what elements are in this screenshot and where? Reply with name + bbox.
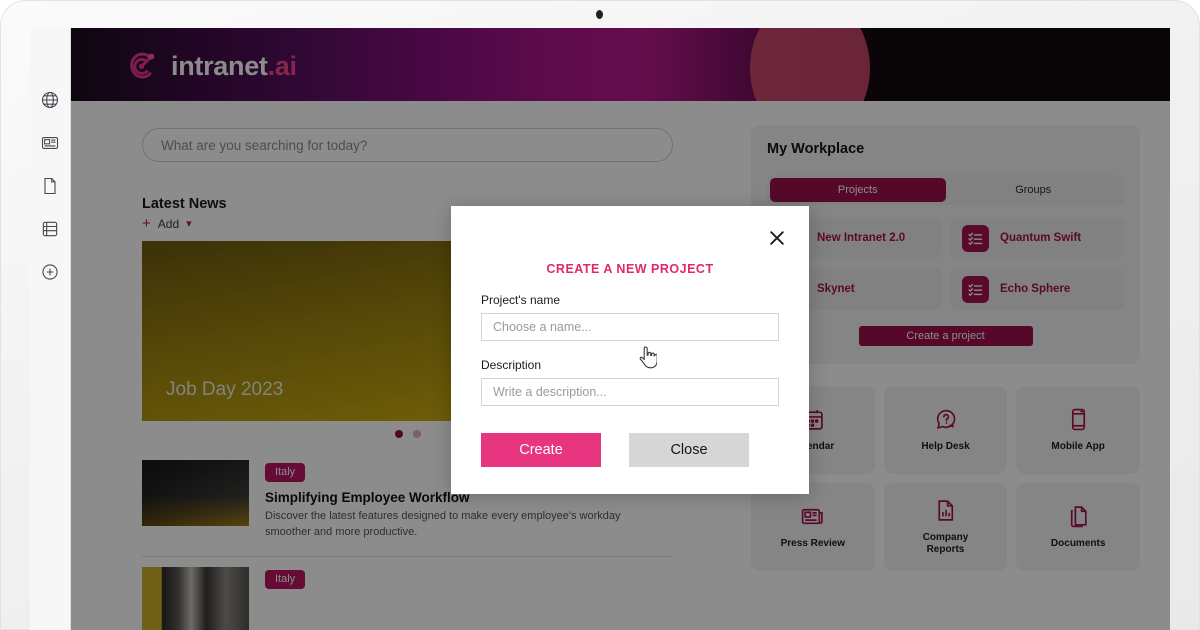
camera-dot [596, 10, 603, 19]
project-name-label: Project's name [481, 293, 560, 307]
icon-rail [30, 28, 71, 630]
close-x-icon[interactable] [765, 226, 789, 250]
project-name-input[interactable] [481, 313, 779, 341]
modal-actions: Create Close [481, 433, 779, 467]
modal-title: CREATE A NEW PROJECT [546, 262, 714, 276]
device-frame: intranet.ai What are you searching for t… [0, 0, 1200, 630]
description-input[interactable] [481, 378, 779, 406]
globe-icon[interactable] [40, 90, 60, 110]
create-project-modal: CREATE A NEW PROJECT Project's name Desc… [451, 206, 809, 494]
screen: intranet.ai What are you searching for t… [30, 28, 1170, 630]
description-label: Description [481, 358, 542, 372]
plus-circle-icon[interactable] [40, 262, 60, 282]
close-button[interactable]: Close [629, 433, 749, 467]
news-icon[interactable] [40, 133, 60, 153]
app-viewport: intranet.ai What are you searching for t… [71, 28, 1170, 630]
database-icon[interactable] [40, 219, 60, 239]
document-icon[interactable] [40, 176, 60, 196]
create-button[interactable]: Create [481, 433, 601, 467]
